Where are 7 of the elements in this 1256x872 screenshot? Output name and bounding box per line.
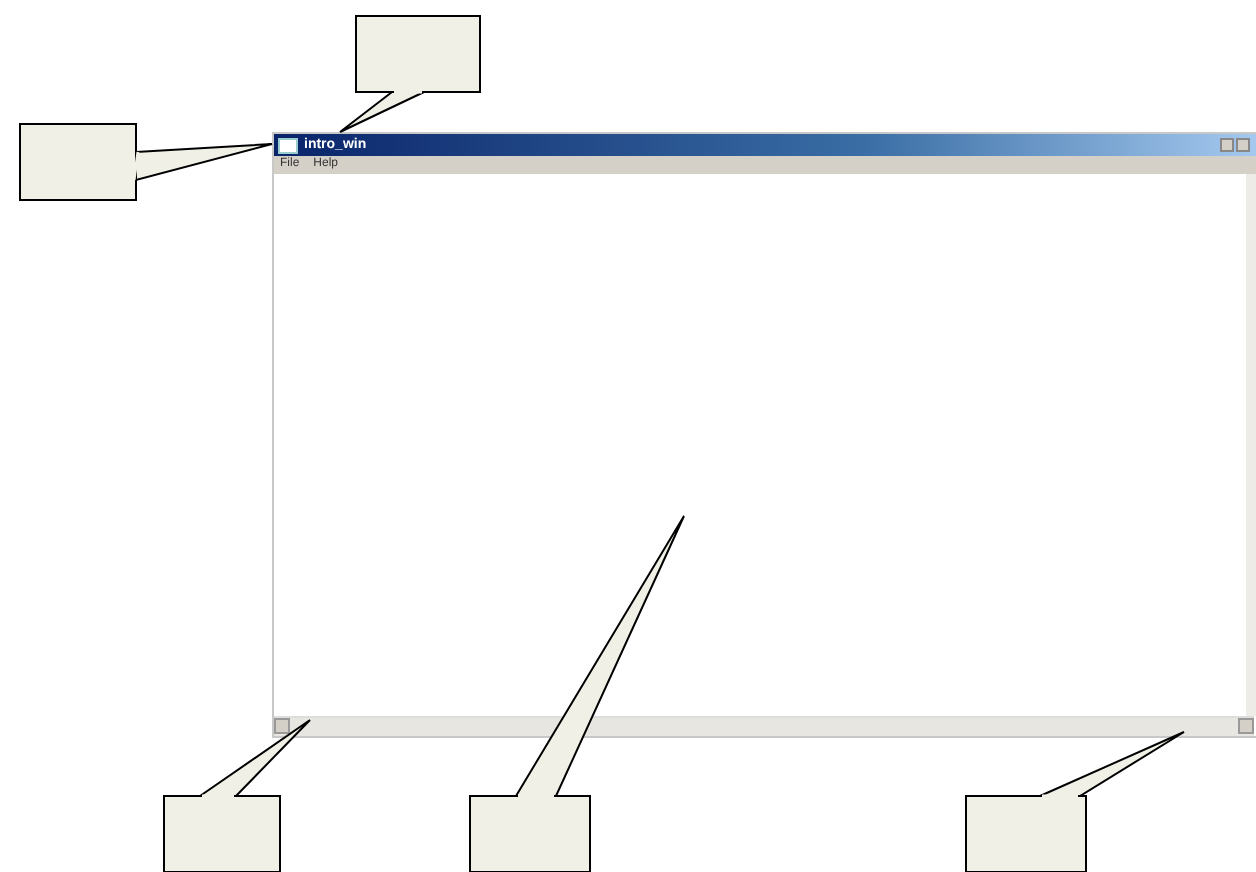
maximize-button[interactable] <box>1236 138 1250 152</box>
app-icon <box>278 137 298 153</box>
scroll-left-button[interactable] <box>274 718 290 734</box>
scroll-right-button[interactable] <box>1238 718 1254 734</box>
callout-bubble <box>339 15 481 133</box>
horizontal-scrollbar[interactable] <box>274 716 1254 736</box>
minimize-button[interactable] <box>1220 138 1234 152</box>
